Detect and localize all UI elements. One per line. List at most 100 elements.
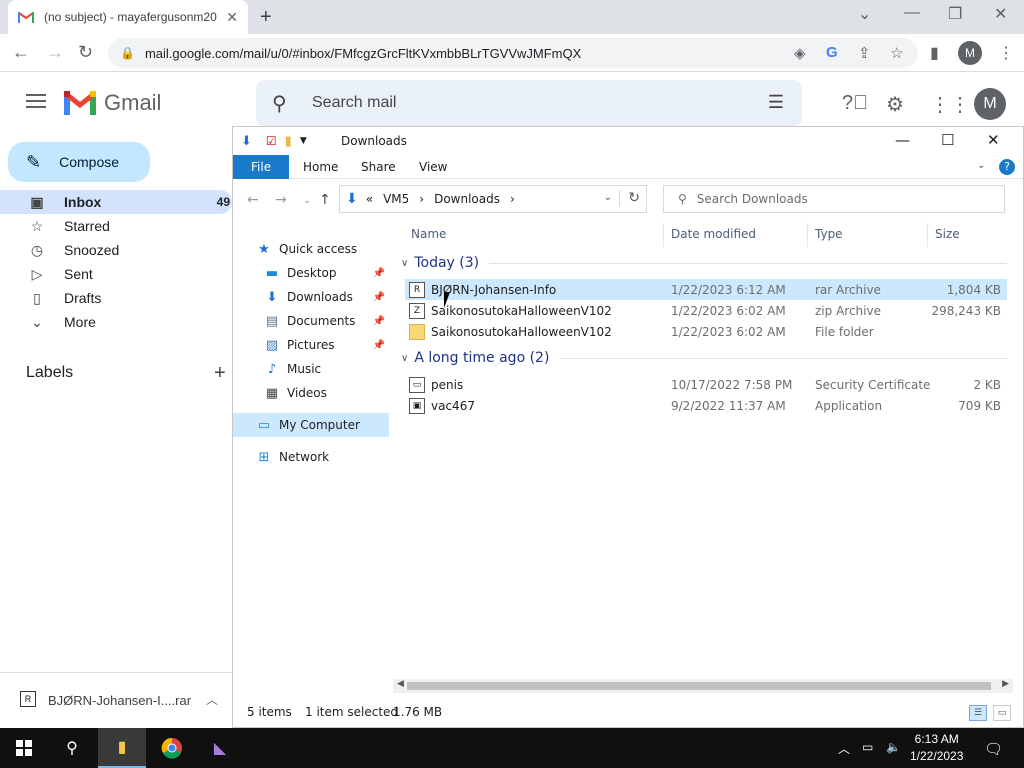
explorer-maximize-icon[interactable]: ☐	[941, 131, 954, 149]
column-header-type[interactable]: Type	[815, 227, 843, 241]
column-divider[interactable]	[663, 223, 664, 247]
sidebar-item-sent[interactable]: ▷ Sent	[0, 262, 232, 286]
explorer-help-icon[interactable]: ?	[999, 159, 1015, 175]
ribbon-expand-icon[interactable]: ⌄	[977, 160, 985, 171]
up-folder-icon[interactable]: ↑	[319, 192, 331, 208]
breadcrumb-downloads[interactable]: Downloads	[434, 192, 500, 206]
ribbon-tab-file[interactable]: File	[233, 155, 290, 179]
quick-access-dropdown-icon[interactable]: ▼	[300, 136, 307, 146]
new-tab-button[interactable]: +	[260, 6, 272, 29]
side-panel-icon[interactable]: ▮	[930, 43, 939, 63]
taskbar-clock[interactable]: 6:13 AM 1/22/2023	[910, 731, 963, 765]
sidebar-item-inbox[interactable]: ▣ Inbox 49	[0, 190, 232, 214]
explorer-forward-icon[interactable]: →	[275, 192, 287, 208]
gmail-logo[interactable]: Gmail	[64, 90, 161, 116]
column-divider[interactable]	[927, 223, 928, 247]
visual-studio-taskbar-icon[interactable]: ◣	[196, 728, 244, 768]
ribbon-tab-share[interactable]: Share	[349, 155, 408, 179]
explorer-back-icon[interactable]: ←	[247, 192, 259, 208]
share-icon[interactable]: ⇪	[858, 44, 871, 62]
nav-pane-desktop[interactable]: ▬ Desktop 📌	[233, 261, 389, 285]
download-filename[interactable]: BJØRN-Johansen-I....rar	[48, 693, 191, 708]
ribbon-tab-view[interactable]: View	[407, 155, 459, 179]
forward-icon[interactable]: →	[46, 42, 64, 63]
nav-pane-pictures[interactable]: ▨ Pictures 📌	[233, 333, 389, 357]
network-icon[interactable]: ▭	[862, 740, 873, 754]
tab-close-icon[interactable]: ✕	[226, 9, 238, 26]
volume-icon[interactable]: 🔈	[886, 740, 901, 754]
extension-icon[interactable]: ◈	[794, 44, 806, 62]
large-icons-view-icon[interactable]: ▭	[993, 705, 1011, 721]
details-view-icon[interactable]: ☰	[969, 705, 987, 721]
bookmark-star-icon[interactable]: ☆	[890, 44, 903, 62]
start-windows-icon[interactable]	[0, 728, 48, 768]
search-options-icon[interactable]: ☰	[768, 92, 784, 113]
column-header-name[interactable]: Name	[411, 227, 446, 241]
main-menu-icon[interactable]	[26, 94, 46, 108]
search-mail-bar[interactable]: ⚲ Search mail ☰	[256, 80, 802, 126]
sidebar-item-more[interactable]: ⌄ More	[0, 310, 232, 334]
file-group-header[interactable]: ∨ Today (3)	[401, 255, 1007, 271]
file-row[interactable]: ▣ vac467 9/2/2022 11:37 AM Application 709 K…	[405, 395, 1007, 416]
sidebar-item-starred[interactable]: ☆ Starred	[0, 214, 232, 238]
pin-icon[interactable]: 📌	[373, 340, 385, 351]
nav-pane-downloads[interactable]: ⬇ Downloads 📌	[233, 285, 389, 309]
breadcrumb-vm5[interactable]: VM5	[383, 192, 409, 206]
nav-pane-videos[interactable]: ▦ Videos	[233, 381, 389, 405]
pin-icon[interactable]: 📌	[373, 292, 385, 303]
horizontal-scrollbar[interactable]: ◀ ▶	[393, 679, 1013, 693]
chrome-taskbar-icon[interactable]	[148, 728, 196, 768]
browser-profile-avatar[interactable]: M	[958, 41, 982, 65]
nav-pane-documents[interactable]: ▤ Documents 📌	[233, 309, 389, 333]
google-translate-icon[interactable]: G	[826, 44, 838, 61]
explorer-close-icon[interactable]: ✕	[987, 131, 1000, 149]
column-header-size[interactable]: Size	[935, 227, 960, 241]
settings-gear-icon[interactable]: ⚙	[886, 92, 904, 117]
reload-icon[interactable]: ↻	[78, 42, 93, 63]
apps-grid-icon[interactable]: ⋮⋮	[930, 92, 970, 117]
scroll-left-icon[interactable]: ◀	[397, 679, 404, 689]
sidebar-item-snoozed[interactable]: ◷ Snoozed	[0, 238, 232, 262]
address-dropdown-icon[interactable]: ⌄	[604, 192, 612, 203]
back-icon[interactable]: ←	[12, 42, 30, 63]
restore-icon[interactable]: ❐	[948, 4, 962, 24]
account-avatar[interactable]: M	[974, 88, 1006, 120]
breadcrumb-sep-icon[interactable]: ›	[419, 192, 424, 206]
search-downloads-input[interactable]: ⚲ Search Downloads	[663, 185, 1005, 213]
add-label-icon[interactable]: +	[214, 362, 226, 385]
close-window-icon[interactable]: ✕	[994, 4, 1007, 24]
nav-pane-quick-access[interactable]: ★ Quick access	[233, 237, 389, 261]
taskbar-search-icon[interactable]: ⚲	[48, 728, 96, 768]
file-row[interactable]: R BJØRN-Johansen-Info 1/22/2023 6:12 AM rar…	[405, 279, 1007, 300]
sidebar-item-drafts[interactable]: ▯ Drafts	[0, 286, 232, 310]
file-row[interactable]: ▭ penis 10/17/2022 7:58 PM Security Certifi…	[405, 374, 1007, 395]
refresh-icon[interactable]: ↻	[619, 190, 640, 206]
address-bar[interactable]: 🔒 mail.google.com/mail/u/0/#inbox/FMfcgz…	[108, 38, 918, 68]
collapse-chevron-icon[interactable]: ∨	[401, 258, 408, 269]
explorer-minimize-icon[interactable]: —	[895, 131, 910, 149]
minimize-icon[interactable]: —	[904, 4, 920, 22]
search-icon[interactable]: ⚲	[272, 91, 296, 116]
pin-icon[interactable]: 📌	[373, 316, 385, 327]
chrome-menu-icon[interactable]: ⋮	[998, 43, 1014, 63]
tab-search-icon[interactable]: ⌄	[858, 4, 871, 24]
file-row[interactable]: Z SaikonosutokaHalloweenV102 1/22/2023 6:0…	[405, 300, 1007, 321]
breadcrumb-sep-icon[interactable]: ›	[510, 192, 515, 206]
file-explorer-taskbar-icon[interactable]: ▮	[98, 728, 146, 768]
column-header-date[interactable]: Date modified	[671, 227, 756, 241]
browser-tab-gmail[interactable]: (no subject) - mayafergusonm20 ✕	[8, 0, 248, 34]
recent-locations-icon[interactable]: ⌄	[303, 195, 311, 206]
new-folder-icon[interactable]: ▮	[285, 134, 292, 149]
file-group-header[interactable]: ∨ A long time ago (2)	[401, 350, 1007, 366]
help-icon[interactable]: ?⃝	[842, 92, 868, 115]
chevron-up-icon[interactable]: ︿	[206, 691, 218, 708]
show-hidden-icons-icon[interactable]: ︿	[838, 740, 850, 757]
properties-icon[interactable]: ☑	[266, 134, 277, 148]
file-row[interactable]: SaikonosutokaHalloweenV102 1/22/2023 6:02…	[405, 321, 1007, 342]
notification-icon[interactable]: 🗨	[984, 740, 1003, 758]
collapse-chevron-icon[interactable]: ∨	[401, 353, 408, 364]
explorer-address-bar[interactable]: ⬇ « VM5 › Downloads › ⌄ ↻	[339, 185, 647, 213]
address-overflow[interactable]: «	[366, 192, 373, 206]
compose-button[interactable]: ✎ Compose	[8, 142, 150, 182]
nav-pane-network[interactable]: ⊞ Network	[233, 445, 389, 469]
